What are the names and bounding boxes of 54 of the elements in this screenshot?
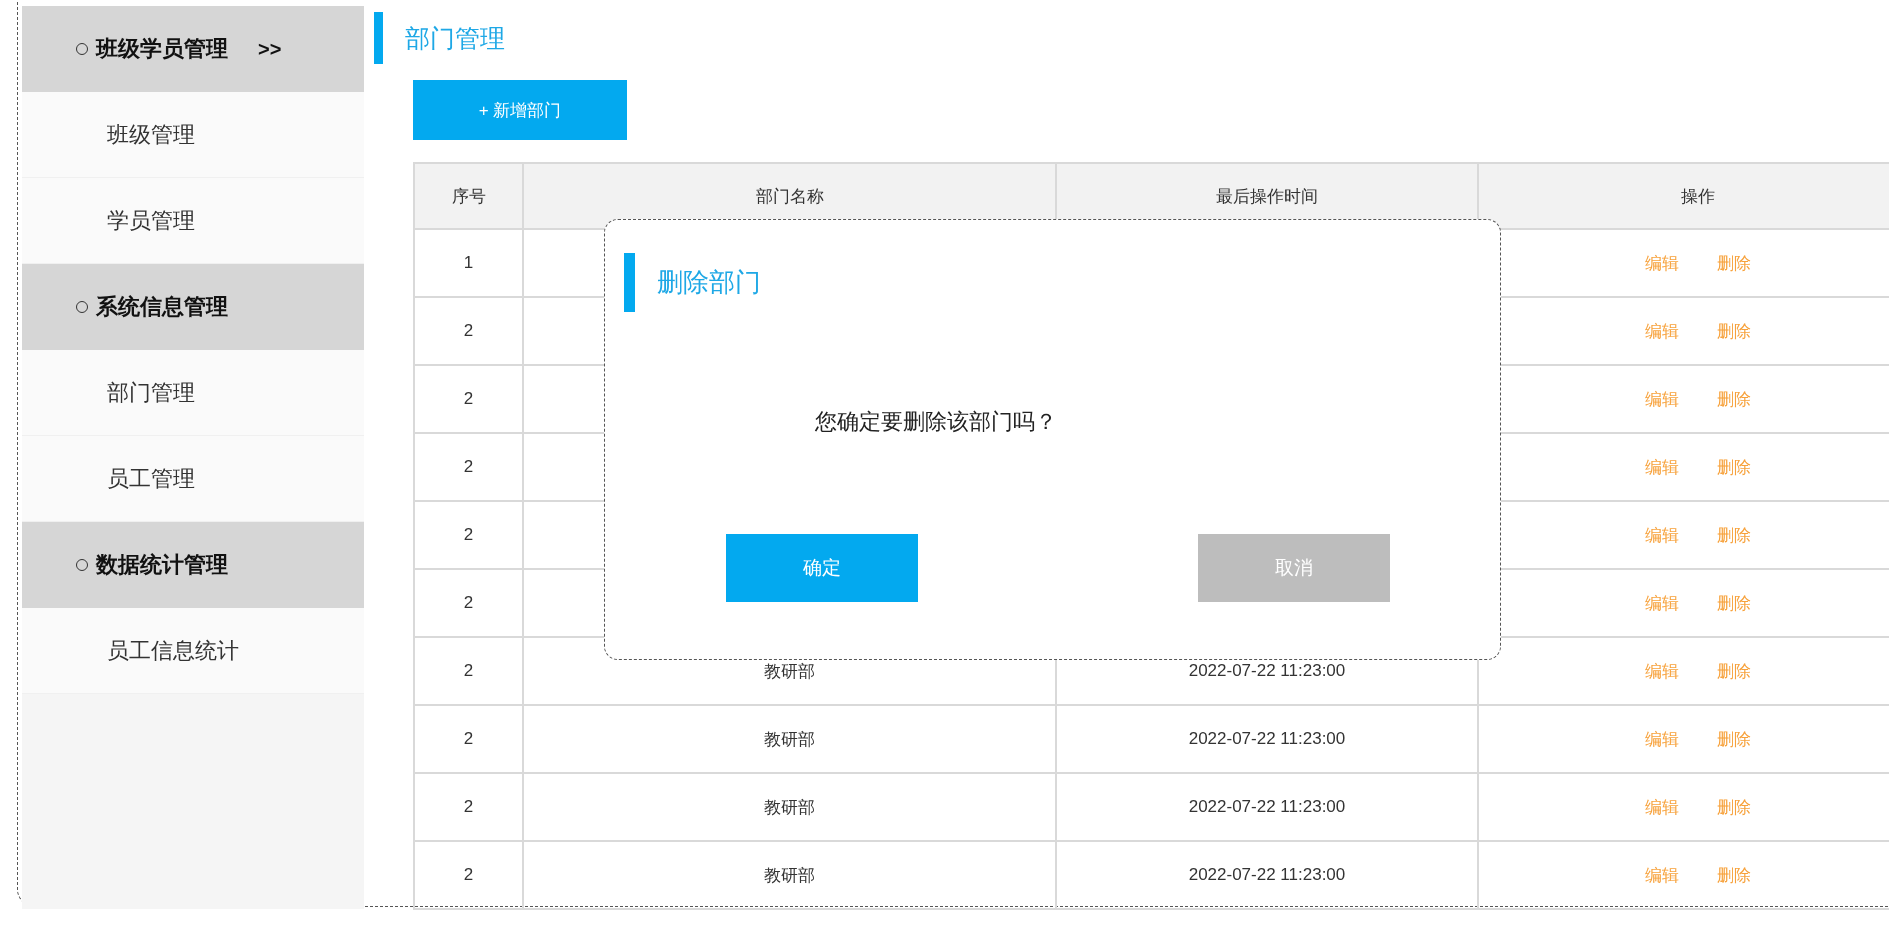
edit-link[interactable]: 编辑 (1645, 523, 1679, 547)
sidebar-item[interactable]: 员工管理 (22, 436, 364, 522)
column-header: 操作 (1478, 163, 1889, 229)
edit-link[interactable]: 编辑 (1645, 387, 1679, 411)
delete-link[interactable]: 删除 (1717, 523, 1751, 547)
edit-link[interactable]: 编辑 (1645, 659, 1679, 683)
delete-link[interactable]: 删除 (1717, 591, 1751, 615)
table-cell: 教研部 (523, 705, 1056, 773)
edit-link[interactable]: 编辑 (1645, 591, 1679, 615)
page-title: 部门管理 (405, 22, 505, 54)
table-cell: 2 (414, 569, 523, 637)
edit-link[interactable]: 编辑 (1645, 455, 1679, 479)
edit-link[interactable]: 编辑 (1645, 319, 1679, 343)
delete-link[interactable]: 删除 (1717, 251, 1751, 275)
delete-link[interactable]: 删除 (1717, 863, 1751, 887)
edit-link[interactable]: 编辑 (1645, 795, 1679, 819)
sidebar-item[interactable]: 学员管理 (22, 178, 364, 264)
table-cell: 2022-07-22 11:23:00 (1056, 841, 1478, 909)
sidebar-item[interactable]: 员工信息统计 (22, 608, 364, 694)
menu-group-header[interactable]: 数据统计管理 (22, 522, 364, 608)
delete-link[interactable]: 删除 (1717, 795, 1751, 819)
delete-link[interactable]: 删除 (1717, 727, 1751, 751)
sidebar-item[interactable]: 班级管理 (22, 92, 364, 178)
confirm-button[interactable]: 确定 (726, 534, 918, 602)
cancel-button[interactable]: 取消 (1198, 534, 1390, 602)
table-cell: 1 (414, 229, 523, 297)
delete-link[interactable]: 删除 (1717, 387, 1751, 411)
accent-bar (624, 253, 635, 312)
menu-group-header[interactable]: 系统信息管理 (22, 264, 364, 350)
table-cell: 2022-07-22 11:23:00 (1056, 773, 1478, 841)
dialog-message: 您确定要删除该部门吗？ (815, 408, 1057, 436)
table-cell: 教研部 (523, 841, 1056, 909)
edit-link[interactable]: 编辑 (1645, 727, 1679, 751)
table-cell: 2 (414, 433, 523, 501)
table-cell: 2 (414, 297, 523, 365)
table-cell: 2 (414, 637, 523, 705)
column-header: 序号 (414, 163, 523, 229)
add-button[interactable]: + 新增部门 (413, 80, 627, 140)
table-cell: 2022-07-22 11:23:00 (1056, 705, 1478, 773)
edit-link[interactable]: 编辑 (1645, 251, 1679, 275)
menu-group-header[interactable]: 班级学员管理 >> (22, 6, 364, 92)
delete-link[interactable]: 删除 (1717, 659, 1751, 683)
delete-link[interactable]: 删除 (1717, 455, 1751, 479)
table-cell: 2 (414, 773, 523, 841)
sidebar-item[interactable]: 部门管理 (22, 350, 364, 436)
edit-link[interactable]: 编辑 (1645, 863, 1679, 887)
table-cell: 2 (414, 841, 523, 909)
dialog-title: 删除部门 (657, 266, 761, 299)
table-cell: 2 (414, 501, 523, 569)
delete-link[interactable]: 删除 (1717, 319, 1751, 343)
table-cell: 2 (414, 705, 523, 773)
table-cell: 2 (414, 365, 523, 433)
table-cell: 教研部 (523, 773, 1056, 841)
accent-bar (374, 12, 383, 64)
